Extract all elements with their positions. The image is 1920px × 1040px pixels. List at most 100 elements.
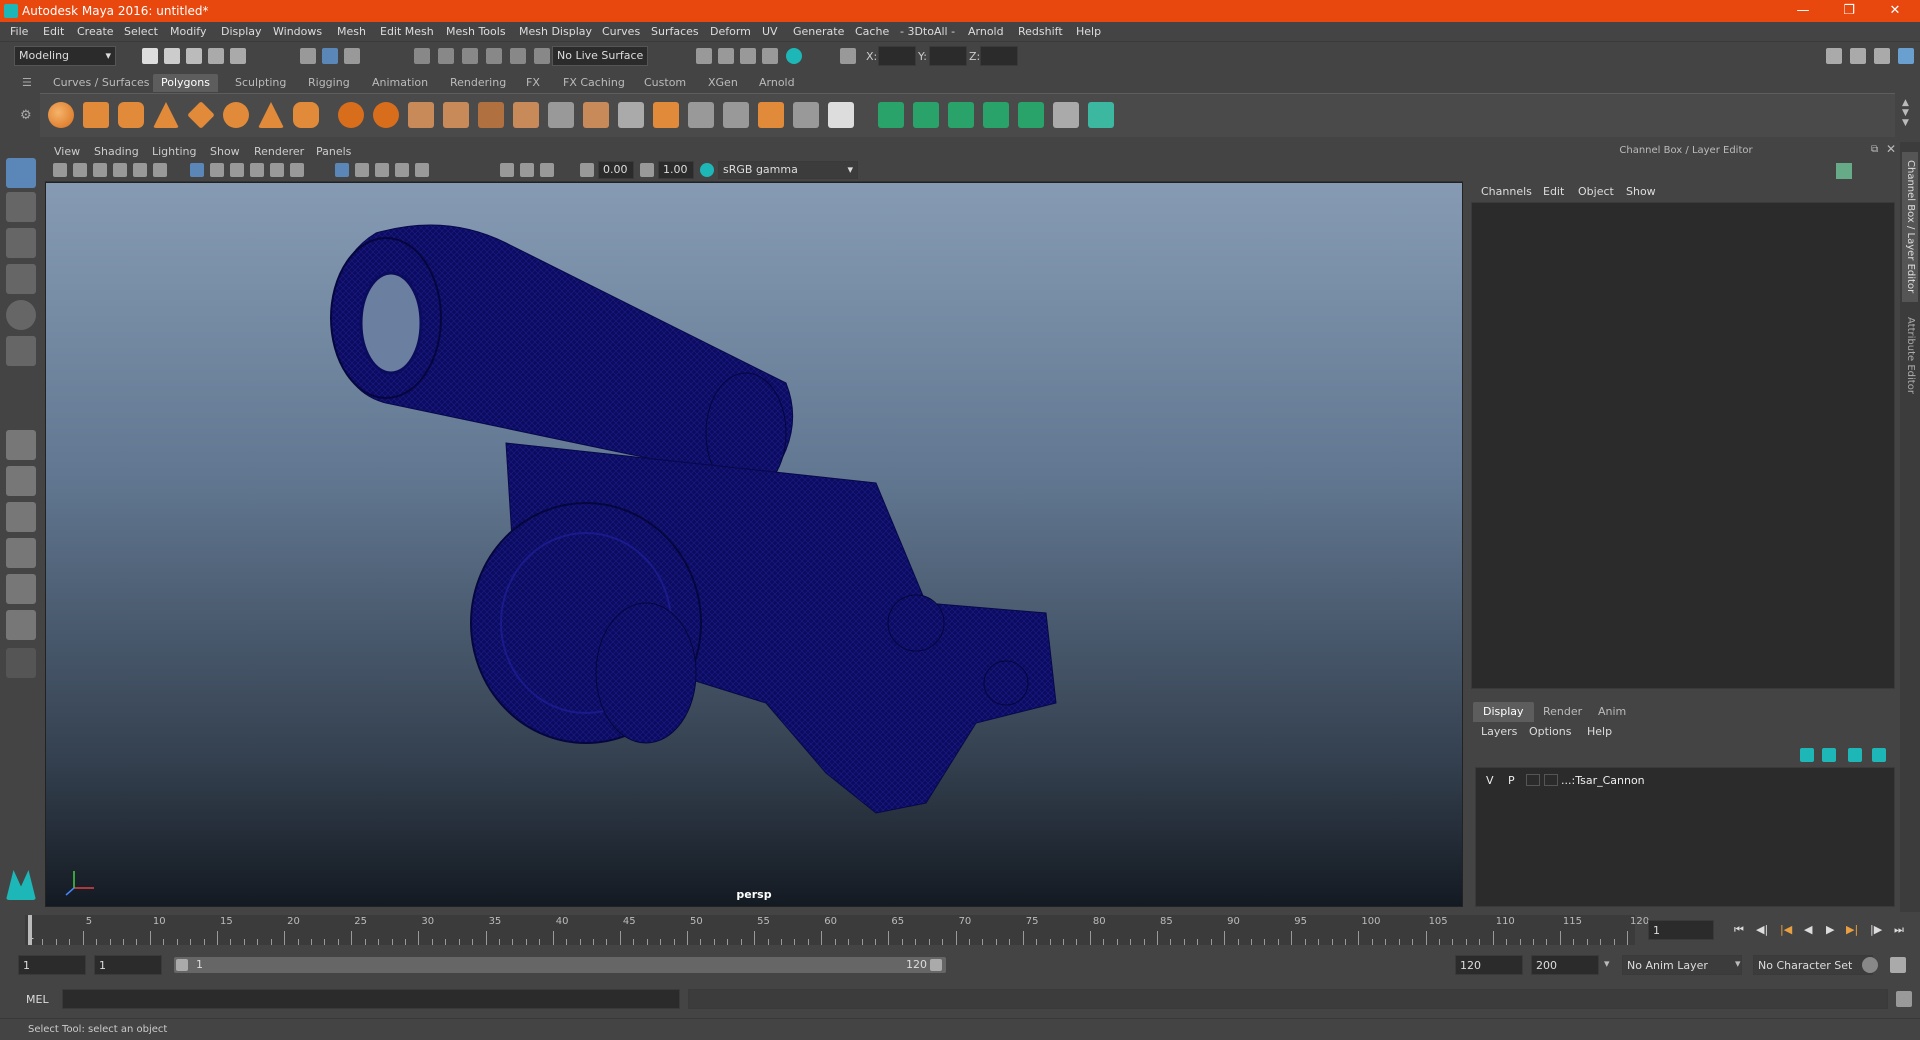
undo-icon[interactable] — [208, 48, 224, 64]
four-view-layout-icon[interactable] — [6, 466, 36, 496]
maximize-button[interactable]: ❐ — [1826, 0, 1872, 22]
shelf-menu-icon[interactable]: ☰ — [22, 76, 32, 89]
layer-visibility-toggle[interactable]: V — [1486, 774, 1494, 787]
uv-unfold-icon[interactable] — [1018, 102, 1044, 128]
poly-plane-icon[interactable] — [187, 101, 215, 129]
backface-culling-icon[interactable] — [395, 163, 409, 177]
uv-planar-icon[interactable] — [878, 102, 904, 128]
grease-pencil-icon[interactable] — [133, 163, 147, 177]
layer-name[interactable]: ...:Tsar_Cannon — [1561, 774, 1645, 787]
z-coord-input[interactable] — [980, 46, 1018, 66]
uv-editor-icon[interactable] — [1053, 102, 1079, 128]
animation-preferences-icon[interactable] — [1890, 957, 1906, 973]
play-forwards-icon[interactable]: ▶ — [1826, 923, 1834, 936]
gamma-icon[interactable] — [640, 163, 654, 177]
tool-settings-icon[interactable] — [1874, 48, 1890, 64]
snap-surface-icon[interactable] — [510, 48, 526, 64]
shelf-tab-sculpting[interactable]: Sculpting — [227, 74, 294, 92]
isolate-select-icon[interactable] — [335, 163, 349, 177]
snap-curve-icon[interactable] — [438, 48, 454, 64]
range-end-handle[interactable] — [930, 959, 942, 971]
shadows-icon[interactable] — [290, 163, 304, 177]
separate-icon[interactable] — [373, 102, 399, 128]
wireframe-shading-icon[interactable] — [190, 163, 204, 177]
shelf-tab-rigging[interactable]: Rigging — [300, 74, 358, 92]
layer-playback-toggle[interactable]: P — [1508, 774, 1515, 787]
two-d-pan-zoom-icon[interactable] — [113, 163, 127, 177]
smooth-shading-icon[interactable] — [210, 163, 224, 177]
mirror-icon[interactable] — [828, 102, 854, 128]
menu-arnold[interactable]: Arnold — [968, 25, 1004, 38]
layer-color-swatch[interactable] — [1544, 774, 1558, 786]
shelf-tab-xgen[interactable]: XGen — [700, 74, 746, 92]
layers-menu[interactable]: Layers — [1481, 725, 1517, 738]
cb-object-menu[interactable]: Object — [1578, 185, 1614, 198]
viewport-menu-show[interactable]: Show — [210, 145, 240, 158]
exposure-icon[interactable] — [580, 163, 594, 177]
wireframe-on-shaded-icon[interactable] — [230, 163, 244, 177]
persp-graph-layout-icon[interactable] — [6, 538, 36, 568]
poly-cube-icon[interactable] — [83, 102, 109, 128]
poly-torus-icon[interactable] — [223, 102, 249, 128]
step-forward-frame-icon[interactable]: |▶ — [1870, 923, 1882, 936]
lasso-tool-icon[interactable] — [6, 192, 36, 222]
snap-grid-icon[interactable] — [414, 48, 430, 64]
toolbox-expand-icon[interactable] — [6, 648, 36, 678]
render-view-icon[interactable] — [696, 48, 712, 64]
new-empty-layer-icon[interactable] — [1848, 748, 1862, 762]
move-layer-down-icon[interactable] — [1822, 748, 1836, 762]
perspective-viewport[interactable]: persp — [45, 182, 1463, 907]
shelf-tab-arnold[interactable]: Arnold — [751, 74, 803, 92]
target-weld-icon[interactable] — [793, 102, 819, 128]
single-perspective-layout-icon[interactable] — [6, 430, 36, 460]
fill-hole-icon[interactable] — [653, 102, 679, 128]
play-backwards-icon[interactable]: ◀ — [1804, 923, 1812, 936]
close-button[interactable]: ✕ — [1872, 0, 1918, 22]
shelf-tab-fx[interactable]: FX — [518, 74, 548, 92]
step-back-key-icon[interactable]: |◀ — [1780, 923, 1792, 936]
scale-tool-icon[interactable] — [6, 336, 36, 366]
menu-mesh-tools[interactable]: Mesh Tools — [446, 25, 506, 38]
chevron-down-icon[interactable]: ▾ — [1735, 957, 1741, 970]
tab-anim[interactable]: Anim — [1588, 702, 1636, 722]
multi-cut-icon[interactable] — [548, 102, 574, 128]
append-polygon-icon[interactable] — [618, 102, 644, 128]
offset-edge-loop-icon[interactable] — [723, 102, 749, 128]
new-scene-icon[interactable] — [142, 48, 158, 64]
persp-outliner-layout-icon[interactable] — [6, 502, 36, 532]
ambient-occlusion-icon[interactable] — [415, 163, 429, 177]
extract-icon[interactable] — [408, 102, 434, 128]
uv-cylindrical-icon[interactable] — [913, 102, 939, 128]
mel-command-input[interactable] — [62, 989, 680, 1009]
shelf-scroll-arrows-icon[interactable]: ▲ ▼ ▼ — [1902, 98, 1909, 128]
menu-select[interactable]: Select — [124, 25, 158, 38]
select-hierarchy-icon[interactable] — [300, 48, 316, 64]
shelf-tab-polygons[interactable]: Polygons — [153, 74, 218, 92]
tab-render[interactable]: Render — [1533, 702, 1592, 722]
motion-blur-icon[interactable] — [500, 163, 514, 177]
snap-view-icon[interactable] — [486, 48, 502, 64]
xray-icon[interactable] — [355, 163, 369, 177]
viewport-menu-panels[interactable]: Panels — [316, 145, 351, 158]
textured-icon[interactable] — [250, 163, 264, 177]
shelf-tab-animation[interactable]: Animation — [364, 74, 436, 92]
combine-icon[interactable] — [338, 102, 364, 128]
uv-spherical-icon[interactable] — [948, 102, 974, 128]
menu-cache[interactable]: Cache — [855, 25, 889, 38]
chevron-down-icon[interactable]: ▾ — [1604, 957, 1610, 970]
layer-row[interactable]: V P ...:Tsar_Cannon — [1476, 770, 1894, 790]
paint-select-tool-icon[interactable] — [6, 228, 36, 258]
cb-show-menu[interactable]: Show — [1626, 185, 1656, 198]
menu-3dtoall[interactable]: - 3DtoAll - — [900, 25, 955, 38]
range-slider[interactable]: 1 120 — [174, 957, 946, 973]
camera-bookmark-icon[interactable] — [73, 163, 87, 177]
poly-pyramid-icon[interactable] — [258, 102, 284, 128]
merge-icon[interactable] — [758, 102, 784, 128]
layer-type-toggle[interactable] — [1526, 774, 1540, 786]
menu-redshift[interactable]: Redshift — [1018, 25, 1063, 38]
snap-vertex-icon[interactable] — [534, 48, 550, 64]
menu-generate[interactable]: Generate — [793, 25, 844, 38]
shelf-tab-fx-caching[interactable]: FX Caching — [555, 74, 633, 92]
gamma-input[interactable]: 1.00 — [658, 161, 694, 179]
modeling-toolkit-icon[interactable] — [1826, 48, 1842, 64]
